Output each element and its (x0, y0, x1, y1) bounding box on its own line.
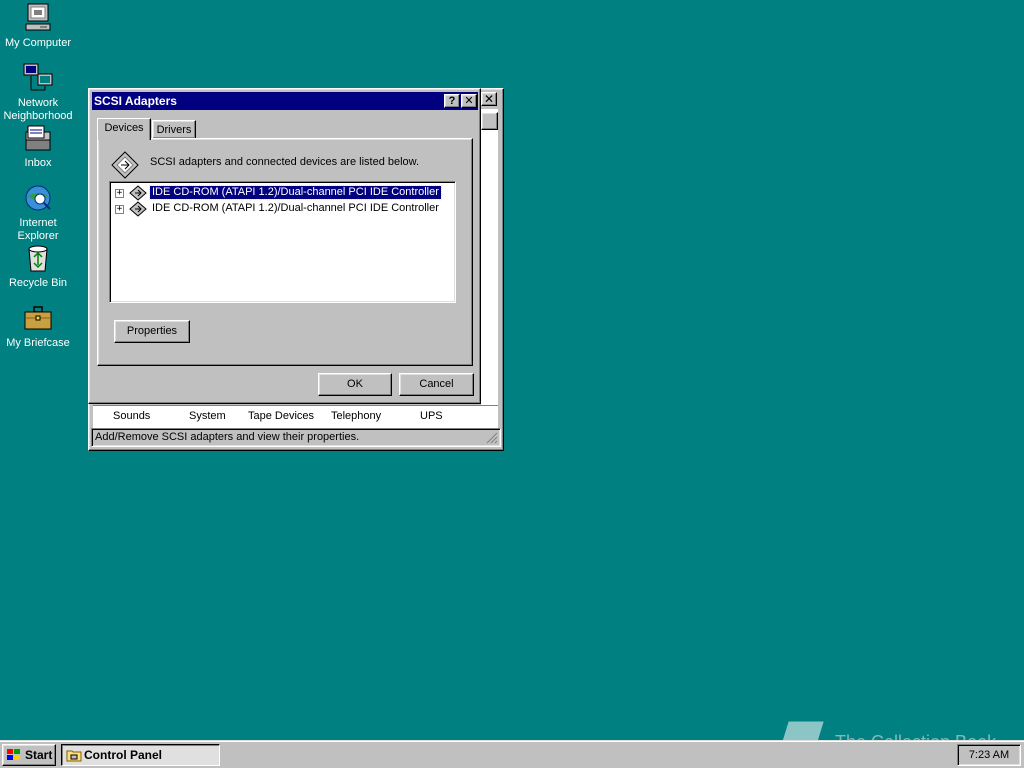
windows-logo-icon (7, 749, 20, 760)
desktop-icon-network-neighborhood[interactable]: Network Neighborhood (0, 62, 76, 123)
dialog-title: SCSI Adapters (94, 94, 177, 108)
help-icon: ? (448, 95, 456, 107)
taskbar: Start Control Panel 7:23 AM (0, 740, 1024, 768)
expand-icon[interactable]: + (115, 205, 124, 214)
close-button[interactable]: ✕ (461, 94, 477, 108)
desktop-icon-label: Recycle Bin (8, 277, 68, 289)
tab-devices[interactable]: Devices (97, 118, 151, 140)
tab-label: Drivers (156, 124, 192, 136)
internet-explorer-icon (25, 185, 51, 211)
system-tray: 7:23 AM (957, 744, 1021, 766)
control-panel-close-button[interactable]: ✕ (481, 92, 497, 106)
control-panel-content (481, 109, 498, 429)
tree-row[interactable]: + IDE CD-ROM (ATAPI 1.2)/Dual-channel PC… (110, 201, 450, 217)
taskbar-button-label: Control Panel (84, 748, 163, 762)
taskbar-button-control-panel[interactable]: Control Panel (61, 744, 220, 766)
cancel-button-label: Cancel (419, 378, 454, 390)
scsi-adapter-icon (129, 201, 147, 217)
desktop-icon-recycle-bin[interactable]: Recycle Bin (0, 242, 76, 290)
desktop-icon-label: My Computer (4, 37, 72, 49)
close-icon: ✕ (464, 95, 474, 107)
device-label: IDE CD-ROM (ATAPI 1.2)/Dual-channel PCI … (149, 185, 442, 200)
expand-icon[interactable]: + (115, 189, 124, 198)
device-tree-list[interactable]: + IDE CD-ROM (ATAPI 1.2)/Dual-channel PC… (109, 181, 456, 303)
desktop-icon-label: Network Neighborhood (3, 97, 73, 122)
control-panel-item-ups[interactable]: UPS (420, 410, 443, 422)
scsi-adapters-dialog: SCSI Adapters ? ✕ Drivers SCSI adapters … (88, 88, 481, 404)
cancel-button[interactable]: Cancel (399, 373, 474, 396)
control-panel-item-system[interactable]: System (189, 410, 226, 422)
tab-label: Devices (104, 122, 144, 134)
tree-row[interactable]: + IDE CD-ROM (ATAPI 1.2)/Dual-channel PC… (110, 185, 450, 201)
network-neighborhood-icon (23, 63, 53, 91)
control-panel-scrollbar-thumb[interactable] (481, 112, 498, 130)
desktop-icon-internet-explorer[interactable]: Internet Explorer (0, 182, 76, 243)
ok-button[interactable]: OK (318, 373, 392, 396)
clock[interactable]: 7:23 AM (958, 749, 1020, 761)
start-label: Start (25, 748, 53, 762)
status-text: Add/Remove SCSI adapters and view their … (95, 431, 360, 443)
desktop-icon-label: My Briefcase (6, 337, 70, 349)
tab-drivers[interactable]: Drivers (152, 120, 196, 139)
control-panel-item-sounds[interactable]: Sounds (113, 410, 150, 422)
properties-button[interactable]: Properties (114, 320, 190, 343)
desktop-icon-my-briefcase[interactable]: My Briefcase (0, 302, 76, 350)
control-panel-item-telephony[interactable]: Telephony (331, 410, 381, 422)
my-computer-icon (25, 3, 51, 31)
desktop-icon-label: Inbox (24, 157, 52, 169)
recycle-bin-icon (28, 245, 48, 272)
scsi-adapter-icon (111, 151, 139, 179)
control-panel-items: Sounds System Tape Devices Telephony UPS (93, 405, 498, 428)
scsi-adapter-icon (129, 185, 147, 201)
device-label: IDE CD-ROM (ATAPI 1.2)/Dual-channel PCI … (152, 202, 439, 214)
control-panel-status-bar: Add/Remove SCSI adapters and view their … (91, 428, 501, 447)
desktop-icon-my-computer[interactable]: My Computer (0, 2, 76, 50)
resize-grip-icon[interactable] (486, 432, 498, 444)
ok-button-label: OK (347, 378, 363, 390)
desktop-icon-inbox[interactable]: Inbox (0, 122, 76, 170)
control-panel-item-tape-devices[interactable]: Tape Devices (248, 410, 314, 422)
help-button[interactable]: ? (444, 94, 460, 108)
briefcase-icon (24, 306, 52, 330)
start-button[interactable]: Start (2, 744, 56, 766)
dialog-title-bar[interactable]: SCSI Adapters ? ✕ (92, 92, 478, 110)
properties-button-label: Properties (126, 325, 178, 337)
devices-description: SCSI adapters and connected devices are … (150, 156, 420, 168)
desktop-icon-label: Internet Explorer (17, 217, 59, 242)
inbox-icon (25, 125, 51, 151)
control-panel-folder-icon (66, 750, 82, 762)
tab-panel-devices: SCSI adapters and connected devices are … (97, 138, 473, 366)
close-icon: ✕ (483, 92, 495, 106)
